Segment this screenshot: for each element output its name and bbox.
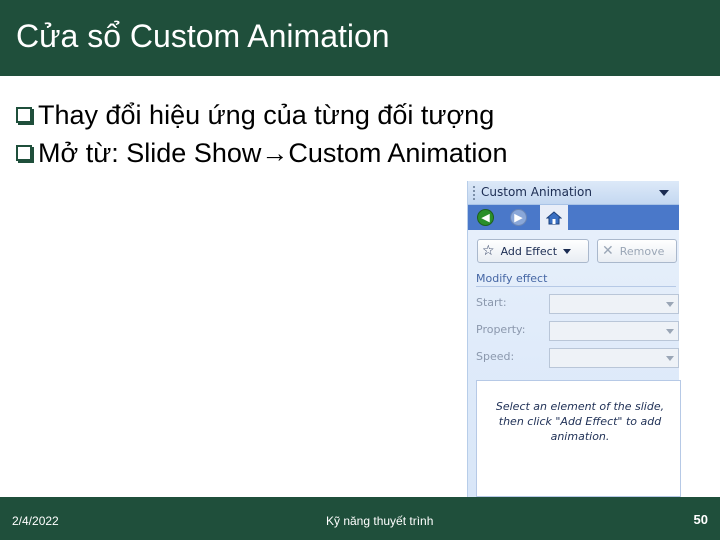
effects-list-box[interactable]: Select an element of the slide, then cli… (476, 380, 681, 497)
forward-arrow-icon[interactable]: ▶ (510, 209, 527, 226)
panel-navigation: ◀ ▶ (468, 205, 679, 230)
help-text: Select an element of the slide, then cli… (495, 400, 665, 443)
grip-icon[interactable] (473, 186, 476, 200)
right-arrow-icon: → (261, 137, 289, 168)
modify-effect-label: Modify effect (476, 272, 548, 285)
bullet-text-after: Custom Animation (288, 137, 508, 168)
bullet-item: Mở từ: Slide Show → Custom Animation (16, 134, 507, 172)
remove-label: Remove (619, 244, 665, 258)
footer-date: 2/4/2022 (12, 514, 59, 528)
bullet-item: Thay đổi hiệu ứng của từng đối tượng (16, 96, 507, 134)
add-effect-label: Add Effect (500, 244, 558, 258)
start-label: Start: (476, 296, 507, 309)
bullet-text: Thay đổi hiệu ứng của từng đối tượng (38, 99, 495, 130)
bullet-text-before: Mở từ: Slide Show (38, 137, 262, 168)
speed-label: Speed: (476, 350, 515, 363)
start-select[interactable] (549, 294, 679, 314)
slide-footer: 2/4/2022 Kỹ năng thuyết trình 50 (0, 497, 720, 540)
checkbox-bullet-icon (16, 145, 32, 161)
chevron-down-icon[interactable] (659, 190, 669, 196)
chevron-down-icon (563, 248, 572, 254)
chevron-down-icon (666, 302, 674, 307)
remove-x-icon: ✕ (602, 243, 614, 259)
chevron-down-icon (666, 329, 674, 334)
star-icon: ☆ (482, 243, 495, 259)
home-icon[interactable] (540, 205, 568, 230)
remove-button[interactable]: ✕ Remove (597, 239, 677, 263)
slide-title: Cửa sổ Custom Animation (16, 18, 390, 54)
custom-animation-panel: Custom Animation ◀ ▶ ☆ Add Effect ✕ Remo… (467, 181, 681, 499)
property-select[interactable] (549, 321, 679, 341)
footer-title: Kỹ năng thuyết trình (326, 514, 434, 528)
slide-title-bar: Cửa sổ Custom Animation (0, 0, 720, 80)
divider (476, 286, 676, 287)
chevron-down-icon (666, 356, 674, 361)
page-number: 50 (693, 512, 708, 527)
checkbox-bullet-icon (16, 107, 32, 123)
back-arrow-icon[interactable]: ◀ (477, 209, 494, 226)
add-effect-button[interactable]: ☆ Add Effect (477, 239, 589, 263)
bullet-list: Thay đổi hiệu ứng của từng đối tượng Mở … (16, 96, 507, 172)
property-label: Property: (476, 323, 526, 336)
panel-header: Custom Animation (468, 181, 679, 205)
panel-title: Custom Animation (481, 185, 592, 199)
speed-select[interactable] (549, 348, 679, 368)
